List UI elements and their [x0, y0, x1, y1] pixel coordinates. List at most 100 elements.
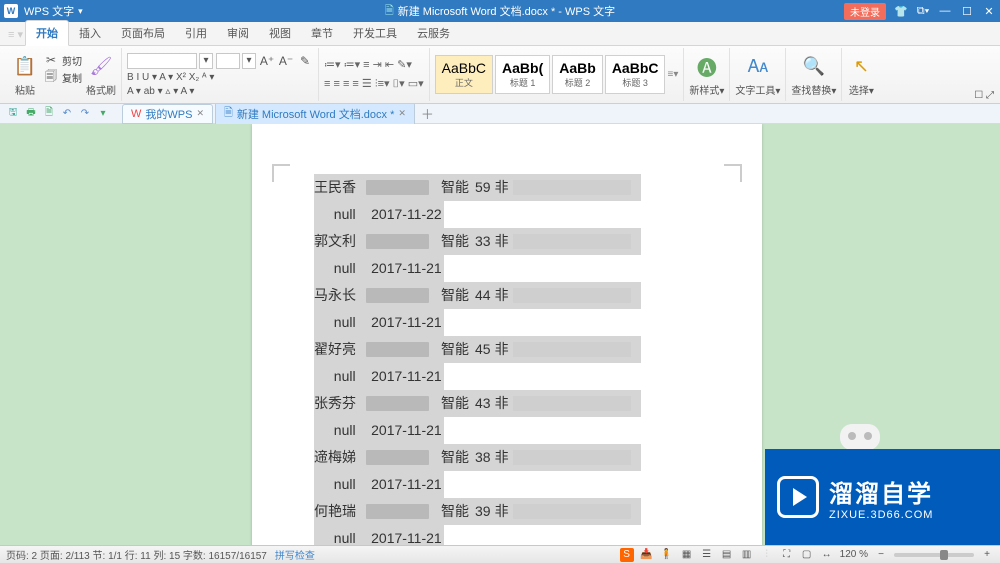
- tab-section[interactable]: 章节: [301, 21, 343, 45]
- doc-tab-label: 新建 Microsoft Word 文档.docx *: [237, 106, 395, 122]
- texttool-label[interactable]: 文字工具▾: [735, 82, 780, 97]
- qat-save-icon[interactable]: 🖫: [6, 107, 20, 121]
- text-line[interactable]: null 2017-11-22: [314, 201, 672, 228]
- zoom-width-icon[interactable]: ↔: [820, 548, 834, 562]
- assistant-face-icon[interactable]: [840, 424, 880, 450]
- qat-more-icon[interactable]: ▾: [96, 107, 110, 121]
- tab-reference[interactable]: 引用: [175, 21, 217, 45]
- document-content[interactable]: 王民香智能59非 null 2017-11-22郭文利智能33非 null 20…: [314, 174, 672, 545]
- statusbar: 页码: 2 页面: 2/113 节: 1/1 行: 11 列: 15 字数: 1…: [0, 545, 1000, 563]
- login-button[interactable]: 未登录: [844, 3, 886, 20]
- qat-undo-icon[interactable]: ↶: [60, 107, 74, 121]
- clear-format-icon[interactable]: ✎: [297, 53, 313, 69]
- zoom-fit-icon[interactable]: ⛶: [780, 548, 794, 562]
- qat-redo-icon[interactable]: ↷: [78, 107, 92, 121]
- close-icon[interactable]: ✕: [398, 108, 406, 119]
- style-h2[interactable]: AaBb标题 2: [552, 55, 603, 94]
- sb-icon2[interactable]: 🧍: [660, 548, 674, 562]
- tab-insert[interactable]: 插入: [69, 21, 111, 45]
- dropdown-icon[interactable]: ▾: [78, 6, 83, 17]
- text-line[interactable]: null 2017-11-21: [314, 255, 672, 282]
- style-h1[interactable]: AaBb(标题 1: [495, 55, 550, 94]
- doc-title-text: 新建 Microsoft Word 文档.docx * - WPS 文字: [398, 3, 615, 19]
- qat-print-icon[interactable]: 🖶: [24, 107, 38, 121]
- tab-cloud[interactable]: 云服务: [407, 21, 460, 45]
- tab-review[interactable]: 审阅: [217, 21, 259, 45]
- text-line[interactable]: null 2017-11-21: [314, 363, 672, 390]
- style-name: 标题 3: [622, 76, 648, 89]
- zoom-thumb[interactable]: [940, 550, 948, 560]
- text-line[interactable]: 王民香智能59非: [314, 174, 672, 201]
- tab-view[interactable]: 视图: [259, 21, 301, 45]
- text-line[interactable]: 张秀芬智能43非: [314, 390, 672, 417]
- view-outline-icon[interactable]: ▥: [740, 548, 754, 562]
- zoom-out-icon[interactable]: −: [874, 548, 888, 562]
- newstyle-label[interactable]: 新样式▾: [689, 82, 724, 97]
- format-painter-icon[interactable]: 🖌: [87, 52, 115, 80]
- ribbon-tabs: ≡ ▾ 开始 插入 页面布局 引用 审阅 视图 章节 开发工具 云服务: [0, 22, 1000, 46]
- text-line[interactable]: 翟好亮智能45非: [314, 336, 672, 363]
- copy-button[interactable]: 🗐复制: [43, 69, 82, 85]
- shrink-font-icon[interactable]: A⁻: [278, 53, 294, 69]
- qat-preview-icon[interactable]: 🗎: [42, 107, 56, 121]
- style-sample: AaBb: [559, 60, 596, 76]
- grow-font-icon[interactable]: A⁺: [259, 53, 275, 69]
- select-icon[interactable]: ↖: [847, 52, 875, 80]
- help-icon[interactable]: ⧉▾: [916, 4, 930, 18]
- font-family-select[interactable]: [127, 53, 197, 69]
- text-line[interactable]: 遆梅娣智能38非: [314, 444, 672, 471]
- view-web-icon[interactable]: ▤: [720, 548, 734, 562]
- font-size-dropdown-icon[interactable]: ▾: [242, 53, 256, 69]
- font-size-select[interactable]: [216, 53, 240, 69]
- select-group: ↖ 选择▾: [842, 48, 880, 101]
- zoom-slider[interactable]: [894, 553, 974, 557]
- font-family-dropdown-icon[interactable]: ▾: [199, 53, 213, 69]
- view-print-icon[interactable]: ▦: [680, 548, 694, 562]
- text-line[interactable]: 马永长智能44非: [314, 282, 672, 309]
- doc-tab-mywps[interactable]: W我的WPS✕: [122, 104, 213, 124]
- findreplace-label[interactable]: 查找替换▾: [791, 82, 836, 97]
- ribbon-collapse[interactable]: ☐ ⤢: [974, 90, 994, 101]
- paste-icon[interactable]: 📋: [11, 52, 39, 80]
- tab-start[interactable]: 开始: [25, 20, 69, 46]
- style-name: 正文: [455, 76, 473, 89]
- ime-icon[interactable]: S: [620, 548, 634, 562]
- find-icon[interactable]: 🔍: [800, 52, 828, 80]
- font-color-row[interactable]: A ▾ ab ▾ ▵ ▾ A ▾: [127, 86, 194, 97]
- tab-devtools[interactable]: 开发工具: [343, 21, 407, 45]
- sb-icon1[interactable]: 📥: [640, 548, 654, 562]
- text-line[interactable]: 何艳瑞智能39非: [314, 498, 672, 525]
- tab-layout[interactable]: 页面布局: [111, 21, 175, 45]
- style-more-icon[interactable]: ≡▾: [667, 69, 678, 80]
- copy-label: 复制: [62, 70, 82, 85]
- text-line[interactable]: null 2017-11-21: [314, 525, 672, 545]
- text-line[interactable]: null 2017-11-21: [314, 417, 672, 444]
- doc-tab-current[interactable]: 🗎新建 Microsoft Word 文档.docx *✕: [215, 102, 415, 125]
- texttool-icon[interactable]: 🗛: [744, 52, 772, 80]
- maximize-icon[interactable]: ☐: [960, 4, 974, 18]
- text-line[interactable]: 郭文利智能33非: [314, 228, 672, 255]
- style-name: 标题 1: [510, 76, 536, 89]
- newstyle-icon[interactable]: 🅐: [693, 52, 721, 80]
- file-menu[interactable]: ≡ ▾: [6, 24, 25, 45]
- close-icon[interactable]: ✕: [982, 4, 996, 18]
- paragraph-group: ≔▾ ≔▾ ≡ ⇥ ⇤ ✎▾ ≡ ≡ ≡ ≡ ☰ ⫶≡▾ ⌷▾ ▭▾: [319, 48, 430, 101]
- wps-icon: W: [131, 108, 141, 120]
- minimize-icon[interactable]: —: [938, 4, 952, 18]
- text-line[interactable]: null 2017-11-21: [314, 309, 672, 336]
- style-h3[interactable]: AaBbC标题 3: [605, 55, 666, 94]
- add-tab-button[interactable]: ＋: [417, 104, 438, 123]
- para-row2[interactable]: ≡ ≡ ≡ ≡ ☰ ⫶≡▾ ⌷▾ ▭▾: [324, 77, 424, 91]
- view-read-icon[interactable]: ☰: [700, 548, 714, 562]
- para-row1[interactable]: ≔▾ ≔▾ ≡ ⇥ ⇤ ✎▾: [324, 58, 412, 71]
- zoom-page-icon[interactable]: ▢: [800, 548, 814, 562]
- select-label[interactable]: 选择▾: [849, 82, 874, 97]
- font-format-row[interactable]: B I U ▾ A ▾ X² X₂ ᴬ ▾: [127, 72, 214, 83]
- margin-corner-tl: [272, 164, 290, 182]
- text-line[interactable]: null 2017-11-21: [314, 471, 672, 498]
- skin-icon[interactable]: 👕: [894, 4, 908, 18]
- close-icon[interactable]: ✕: [196, 108, 204, 119]
- spellcheck-button[interactable]: 拼写检查: [275, 547, 315, 562]
- zoom-in-icon[interactable]: +: [980, 548, 994, 562]
- style-normal[interactable]: AaBbC正文: [435, 55, 493, 94]
